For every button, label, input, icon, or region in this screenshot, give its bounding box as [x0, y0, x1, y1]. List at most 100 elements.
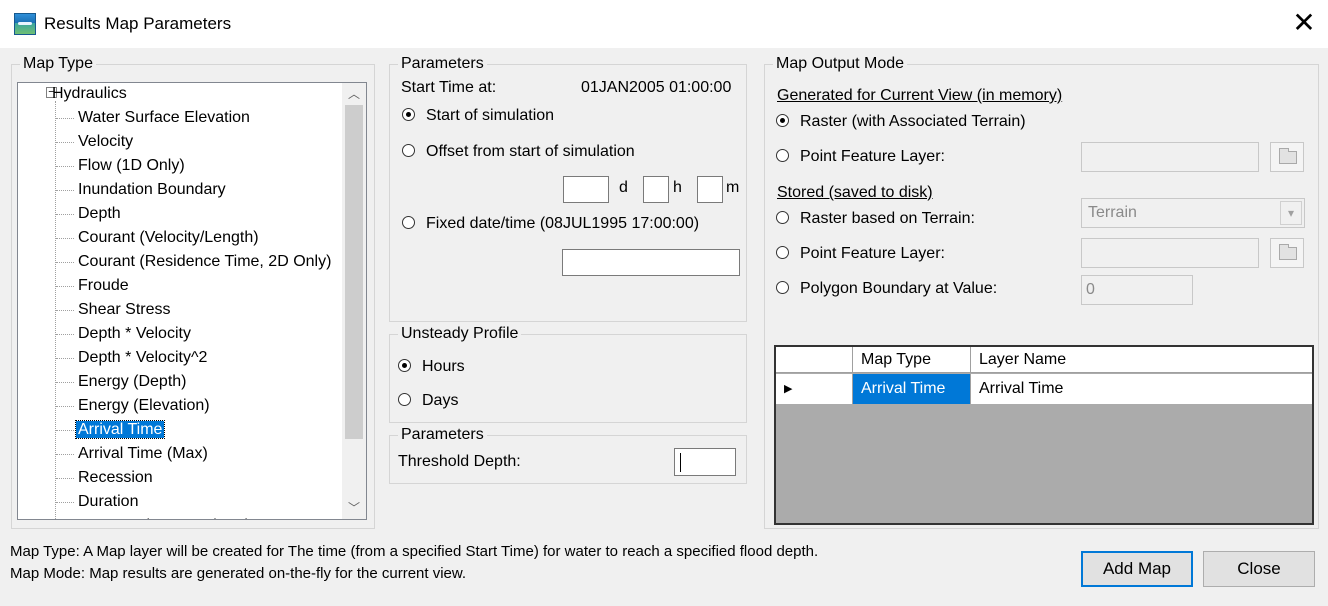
- browse-point-memory-button[interactable]: [1270, 142, 1304, 172]
- label-point-feature-disk: Point Feature Layer:: [800, 245, 945, 262]
- tree-scrollbar[interactable]: ︿ ﹀: [342, 83, 366, 519]
- start-time-value: 01JAN2005 01:00:00: [581, 79, 732, 96]
- unit-hours: h: [673, 179, 682, 196]
- text-caret: [680, 453, 681, 472]
- tree-item[interactable]: Percent Time Inundated: [76, 515, 250, 519]
- close-window-button[interactable]: ✕: [1280, 0, 1328, 48]
- window-title: Results Map Parameters: [44, 14, 232, 33]
- tree-item-label: Duration: [78, 493, 139, 510]
- radio-hours[interactable]: [398, 359, 411, 372]
- terrain-select[interactable]: Terrain ▾: [1081, 198, 1305, 228]
- grid-header: Map Type Layer Name: [776, 347, 1312, 373]
- tree-connector-line: [56, 214, 74, 215]
- tree-connector-line: [56, 334, 74, 335]
- tree-item-label: Energy (Depth): [78, 373, 187, 390]
- label-start-of-simulation: Start of simulation: [426, 107, 555, 124]
- radio-raster-associated[interactable]: [776, 114, 789, 127]
- tree-item[interactable]: Depth: [76, 203, 123, 227]
- row-indicator-icon: ▶: [776, 374, 853, 404]
- radio-point-feature-memory[interactable]: [776, 149, 789, 162]
- map-output-mode-legend: Map Output Mode: [773, 55, 908, 73]
- map-mode-description: Map Mode: Map results are generated on-t…: [10, 565, 467, 582]
- radio-point-feature-disk[interactable]: [776, 246, 789, 259]
- tree-item-label: Energy (Elevation): [78, 397, 210, 414]
- add-map-button[interactable]: Add Map: [1081, 551, 1193, 587]
- tree-item[interactable]: Energy (Elevation): [76, 395, 212, 419]
- tree-item[interactable]: Duration: [76, 491, 140, 515]
- map-type-tree[interactable]: − Hydraulics Water Surface Elevation Velo…: [17, 82, 367, 520]
- tree-item-label: Depth * Velocity: [78, 325, 191, 342]
- label-raster-terrain: Raster based on Terrain:: [800, 210, 975, 227]
- point-feature-memory-input[interactable]: [1081, 142, 1259, 172]
- point-feature-disk-input[interactable]: [1081, 238, 1259, 268]
- tree-root-label: Hydraulics: [52, 85, 127, 102]
- label-point-feature-memory: Point Feature Layer:: [800, 148, 945, 165]
- radio-start-of-simulation[interactable]: [402, 108, 415, 121]
- radio-days[interactable]: [398, 393, 411, 406]
- tree-item[interactable]: Inundation Boundary: [76, 179, 228, 203]
- parameters-legend: Parameters: [398, 55, 487, 73]
- label-raster-associated: Raster (with Associated Terrain): [800, 113, 1026, 130]
- radio-offset[interactable]: [402, 144, 415, 157]
- tree-connector-line: [56, 238, 74, 239]
- polygon-value-input[interactable]: 0: [1081, 275, 1193, 305]
- tree-item[interactable]: Arrival Time (Max): [76, 443, 210, 467]
- scrollbar-thumb[interactable]: [345, 105, 363, 439]
- browse-point-disk-button[interactable]: [1270, 238, 1304, 268]
- app-icon: [14, 13, 36, 35]
- cell-map-type[interactable]: Arrival Time: [853, 374, 971, 404]
- offset-minutes-input[interactable]: [697, 176, 723, 203]
- threshold-depth-input[interactable]: [674, 448, 736, 476]
- unit-minutes: m: [726, 179, 740, 196]
- radio-polygon-boundary[interactable]: [776, 281, 789, 294]
- tree-item[interactable]: Courant (Velocity/Length): [76, 227, 261, 251]
- folder-open-icon: [1279, 148, 1297, 164]
- tree-item[interactable]: Shear Stress: [76, 299, 172, 323]
- layer-grid[interactable]: Map Type Layer Name ▶ Arrival Time Arriv…: [774, 345, 1314, 525]
- label-hours: Hours: [422, 358, 465, 375]
- table-row[interactable]: ▶ Arrival Time Arrival Time: [776, 374, 1312, 404]
- radio-raster-terrain[interactable]: [776, 211, 789, 224]
- folder-open-icon: [1279, 244, 1297, 260]
- scroll-up-icon[interactable]: ︿: [342, 83, 366, 105]
- tree-connector-line: [56, 262, 74, 263]
- tree-connector-line: [56, 286, 74, 287]
- tree-item[interactable]: Arrival Time: [74, 419, 166, 443]
- unit-days: d: [619, 179, 628, 196]
- tree-item[interactable]: Courant (Residence Time, 2D Only): [76, 251, 333, 275]
- stored-heading: Stored (saved to disk): [777, 184, 933, 201]
- fixed-datetime-input[interactable]: [562, 249, 740, 276]
- tree-item[interactable]: Depth * Velocity: [76, 323, 193, 347]
- threshold-depth-label: Threshold Depth:: [398, 453, 521, 470]
- tree-item-label: Arrival Time (Max): [78, 445, 208, 462]
- tree-item[interactable]: Velocity: [76, 131, 135, 155]
- title-bar: Results Map Parameters ✕: [0, 0, 1328, 48]
- tree-item-label: Recession: [78, 469, 153, 486]
- tree-item-label: Percent Time Inundated: [76, 517, 250, 519]
- grid-corner: [776, 347, 853, 372]
- chevron-down-icon[interactable]: ▾: [1280, 201, 1302, 225]
- tree-item[interactable]: Water Surface Elevation: [76, 107, 252, 131]
- scroll-down-icon[interactable]: ﹀: [342, 497, 366, 519]
- tree-connector-line: [56, 190, 74, 191]
- tree-item-label: Shear Stress: [78, 301, 171, 318]
- map-type-description: Map Type: A Map layer will be created fo…: [10, 543, 819, 560]
- cell-layer-name[interactable]: Arrival Time: [971, 374, 1312, 404]
- tree-item-label: Velocity: [78, 133, 134, 150]
- close-button[interactable]: Close: [1203, 551, 1315, 587]
- offset-days-input[interactable]: [563, 176, 609, 203]
- tree-item[interactable]: Flow (1D Only): [76, 155, 187, 179]
- offset-hours-input[interactable]: [643, 176, 669, 203]
- tree-item[interactable]: Energy (Depth): [76, 371, 189, 395]
- tree-item[interactable]: Recession: [76, 467, 155, 491]
- tree-item-label: Arrival Time: [74, 420, 166, 439]
- tree-item[interactable]: Froude: [76, 275, 131, 299]
- tree-item-label: Depth * Velocity^2: [78, 349, 208, 366]
- radio-fixed-datetime[interactable]: [402, 216, 415, 229]
- tree-connector-line: [56, 142, 74, 143]
- unsteady-profile-legend: Unsteady Profile: [398, 325, 522, 343]
- header-map-type[interactable]: Map Type: [853, 347, 971, 372]
- tree-item[interactable]: Depth * Velocity^2: [76, 347, 209, 371]
- header-layer-name[interactable]: Layer Name: [971, 347, 1312, 372]
- threshold-legend: Parameters: [398, 426, 487, 444]
